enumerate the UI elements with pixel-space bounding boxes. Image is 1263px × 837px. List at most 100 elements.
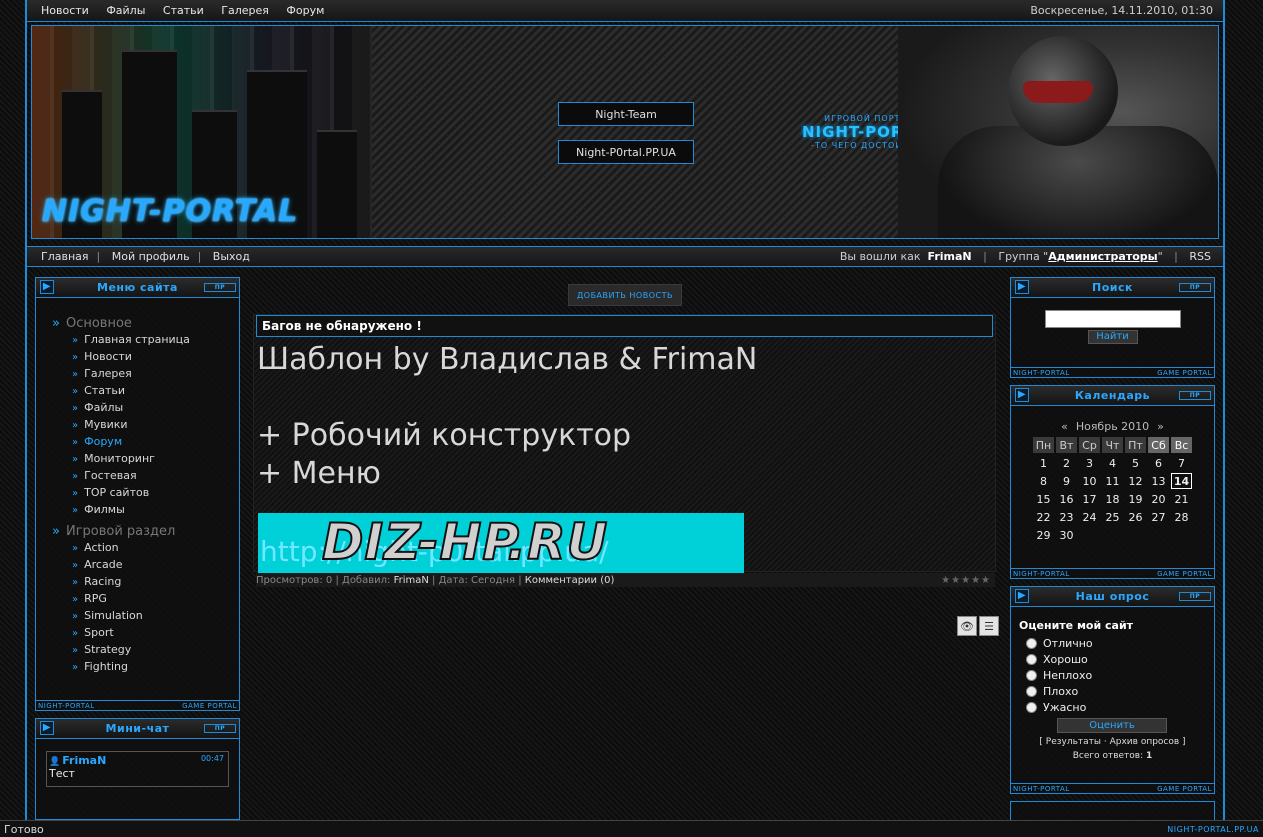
news-title[interactable]: Багов не обнаружено ! — [256, 315, 993, 337]
menu-item-articles[interactable]: Статьи — [52, 384, 239, 401]
calendar-day[interactable]: 2 — [1056, 455, 1077, 471]
menu-item-guestbook[interactable]: Гостевая — [52, 469, 239, 486]
diz-hp-banner[interactable]: http://night-p0rtal.pp.ua/ DIZ-HP.RU — [258, 513, 744, 573]
calendar-day[interactable]: 23 — [1056, 509, 1077, 525]
comments-link[interactable]: Комментарии (0) — [525, 575, 615, 586]
group-quote: " — [1157, 250, 1163, 263]
search-button[interactable]: Найти — [1087, 330, 1138, 344]
site-logo[interactable]: NIGHT-PORTAL — [42, 194, 298, 229]
menu-item-top-sites[interactable]: TOP сайтов — [52, 486, 239, 503]
news-author[interactable]: FrimaN — [394, 575, 429, 586]
calendar-day[interactable]: 4 — [1102, 455, 1123, 471]
menu-item-sport[interactable]: Sport — [52, 626, 239, 643]
calendar-day[interactable]: 22 — [1033, 509, 1054, 525]
menu-category-main[interactable]: Основное — [52, 316, 239, 331]
nav-my-profile[interactable]: Мой профиль — [112, 250, 190, 263]
menu-item-fighting[interactable]: Fighting — [52, 660, 239, 677]
footer-left-text: NIGHT-PORTAL — [1013, 569, 1070, 578]
poll-option[interactable]: Ужасно — [1019, 699, 1214, 715]
site-url-button[interactable]: Night-P0rtal.PP.UA — [558, 140, 694, 164]
calendar-next[interactable]: » — [1157, 420, 1164, 433]
poll-option[interactable]: Неплохо — [1019, 667, 1214, 683]
chat-block-title: ▶ Мини-чат ПР — [36, 719, 239, 739]
top-nav-gallery[interactable]: Галерея — [221, 4, 269, 17]
poll-question: Оцените мой сайт — [1019, 619, 1134, 632]
document-icon[interactable]: ☰ — [979, 616, 999, 636]
menu-item-files[interactable]: Файлы — [52, 401, 239, 418]
menu-item-strategy[interactable]: Strategy — [52, 643, 239, 660]
eye-icon[interactable]: 👁 — [957, 616, 977, 636]
calendar-day[interactable]: 19 — [1125, 491, 1146, 507]
chat-username[interactable]: FrimaN — [49, 754, 226, 767]
menu-item-arcade[interactable]: Arcade — [52, 558, 239, 575]
calendar-day[interactable]: 15 — [1033, 491, 1054, 507]
menu-item-movies[interactable]: Мувики — [52, 418, 239, 435]
menu-item-films[interactable]: Филмы — [52, 503, 239, 520]
calendar-day[interactable]: 26 — [1125, 509, 1146, 525]
rating-stars-icon[interactable]: ★★★★★ — [941, 575, 991, 586]
soldier-artwork — [898, 26, 1218, 238]
menu-item-forum[interactable]: Форум — [52, 435, 239, 452]
calendar-day[interactable]: 18 — [1102, 491, 1123, 507]
calendar-day[interactable]: 7 — [1171, 455, 1192, 471]
menu-item-simulation[interactable]: Simulation — [52, 609, 239, 626]
calendar-day[interactable]: 14 — [1171, 473, 1192, 489]
top-nav-articles[interactable]: Статьи — [163, 4, 204, 17]
calendar-day[interactable]: 25 — [1102, 509, 1123, 525]
menu-item-action[interactable]: Action — [52, 541, 239, 558]
weekday: Пт — [1125, 437, 1146, 453]
menu-item-gallery[interactable]: Галерея — [52, 367, 239, 384]
menu-item-rpg[interactable]: RPG — [52, 592, 239, 609]
calendar-day[interactable]: 17 — [1079, 491, 1100, 507]
nav-logout[interactable]: Выход — [213, 250, 250, 263]
calendar-day[interactable]: 6 — [1148, 455, 1169, 471]
calendar-day[interactable]: 28 — [1171, 509, 1192, 525]
add-news-button[interactable]: ДОБАВИТЬ НОВОСТЬ — [568, 284, 682, 306]
calendar-day[interactable]: 12 — [1125, 473, 1146, 489]
calendar-day[interactable]: 5 — [1125, 455, 1146, 471]
radio-button[interactable] — [1026, 637, 1037, 649]
poll-option[interactable]: Плохо — [1019, 683, 1214, 699]
poll-option[interactable]: Отлично — [1019, 635, 1214, 651]
calendar-day[interactable]: 29 — [1033, 527, 1054, 543]
rss-link[interactable]: RSS — [1189, 250, 1211, 263]
group-name[interactable]: Администраторы — [1048, 250, 1157, 263]
poll-total: Всего ответов: 1 — [1019, 751, 1214, 761]
logged-in-username[interactable]: FrimaN — [928, 250, 972, 263]
calendar-day[interactable]: 11 — [1102, 473, 1123, 489]
calendar-day[interactable]: 20 — [1148, 491, 1169, 507]
calendar-day[interactable]: 3 — [1079, 455, 1100, 471]
calendar-day[interactable]: 16 — [1056, 491, 1077, 507]
nav-home[interactable]: Главная — [41, 250, 89, 263]
calendar-day[interactable]: 30 — [1056, 527, 1077, 543]
poll-results-links[interactable]: [ Результаты · Архив опросов ] — [1019, 737, 1214, 747]
menu-item-monitoring[interactable]: Мониторинг — [52, 452, 239, 469]
night-team-button[interactable]: Night-Team — [558, 102, 694, 126]
radio-button[interactable] — [1026, 701, 1037, 713]
calendar-day[interactable]: 24 — [1079, 509, 1100, 525]
radio-button[interactable] — [1026, 669, 1037, 681]
radio-button[interactable] — [1026, 685, 1037, 697]
calendar-day[interactable]: 8 — [1033, 473, 1054, 489]
calendar-prev[interactable]: « — [1061, 420, 1068, 433]
top-nav-files[interactable]: Файлы — [106, 4, 145, 17]
calendar-day[interactable]: 10 — [1079, 473, 1100, 489]
calendar-day[interactable]: 9 — [1056, 473, 1077, 489]
top-nav: Новости Файлы Статьи Галерея Форум — [41, 4, 338, 17]
calendar-day[interactable]: 21 — [1171, 491, 1192, 507]
menu-category-games[interactable]: Игровой раздел — [52, 524, 239, 539]
menu-item-news[interactable]: Новости — [52, 350, 239, 367]
calendar-day[interactable]: 13 — [1148, 473, 1169, 489]
top-nav-forum[interactable]: Форум — [286, 4, 324, 17]
menu-item-home[interactable]: Главная страница — [52, 333, 239, 350]
vote-button[interactable]: Оценить — [1057, 718, 1167, 733]
top-nav-news[interactable]: Новости — [41, 4, 89, 17]
calendar-day[interactable]: 27 — [1148, 509, 1169, 525]
poll-option[interactable]: Хорошо — [1019, 651, 1214, 667]
calendar-month: Ноябрь 2010 — [1075, 420, 1150, 433]
calendar-day[interactable]: 1 — [1033, 455, 1054, 471]
search-input[interactable] — [1044, 310, 1181, 328]
radio-button[interactable] — [1026, 653, 1037, 665]
block-footer: NIGHT-PORTAL GAME PORTAL — [1011, 367, 1214, 377]
menu-item-racing[interactable]: Racing — [52, 575, 239, 592]
